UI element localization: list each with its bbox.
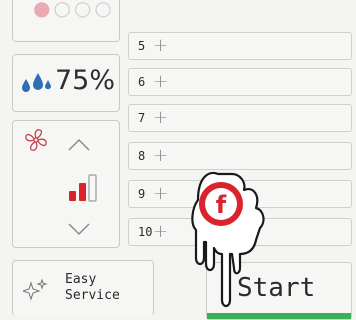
chevron-up-icon[interactable] xyxy=(67,137,91,156)
program-number: 10 xyxy=(138,225,153,239)
top-mode-button[interactable]: ●○○○ xyxy=(12,0,120,42)
start-progress-bar xyxy=(207,313,351,319)
humidity-button[interactable]: 75% xyxy=(12,54,120,112)
program-number: 8 xyxy=(138,149,146,163)
fan-level-bar xyxy=(79,183,86,201)
program-number: 7 xyxy=(138,111,146,125)
plus-icon: + xyxy=(153,35,169,56)
plus-icon: + xyxy=(153,183,169,204)
water-drops-icon xyxy=(19,67,53,101)
sparkle-icon xyxy=(21,278,49,305)
plus-icon: + xyxy=(153,221,169,242)
plus-icon: + xyxy=(153,107,169,128)
program-number: 6 xyxy=(138,75,146,89)
program-row[interactable]: 5 + xyxy=(128,32,352,60)
program-number: 9 xyxy=(138,187,146,201)
plus-icon: + xyxy=(153,145,169,166)
program-row[interactable]: 7 + xyxy=(128,104,352,132)
plus-icon: + xyxy=(153,71,169,92)
chevron-down-icon[interactable] xyxy=(67,221,91,240)
program-number: 5 xyxy=(138,39,146,53)
program-row[interactable]: 6 + xyxy=(128,68,352,96)
humidity-value: 75% xyxy=(55,65,116,96)
easy-service-button[interactable]: Easy Service xyxy=(12,260,154,316)
badge-letter: f xyxy=(216,191,227,219)
fan-level-bar xyxy=(69,191,76,201)
easy-service-label: Easy Service xyxy=(65,272,120,304)
easy-service-line2: Service xyxy=(65,288,120,303)
drops-indicator-icon: ●○○○ xyxy=(33,0,115,20)
pointing-hand-icon: f xyxy=(168,168,278,312)
fan-speed-panel xyxy=(12,120,120,248)
fan-icon xyxy=(23,127,49,157)
fan-level-bar xyxy=(88,174,97,202)
easy-service-line1: Easy xyxy=(65,272,97,287)
fan-level-bars-icon xyxy=(65,169,99,207)
program-row[interactable]: 8 + xyxy=(128,142,352,170)
